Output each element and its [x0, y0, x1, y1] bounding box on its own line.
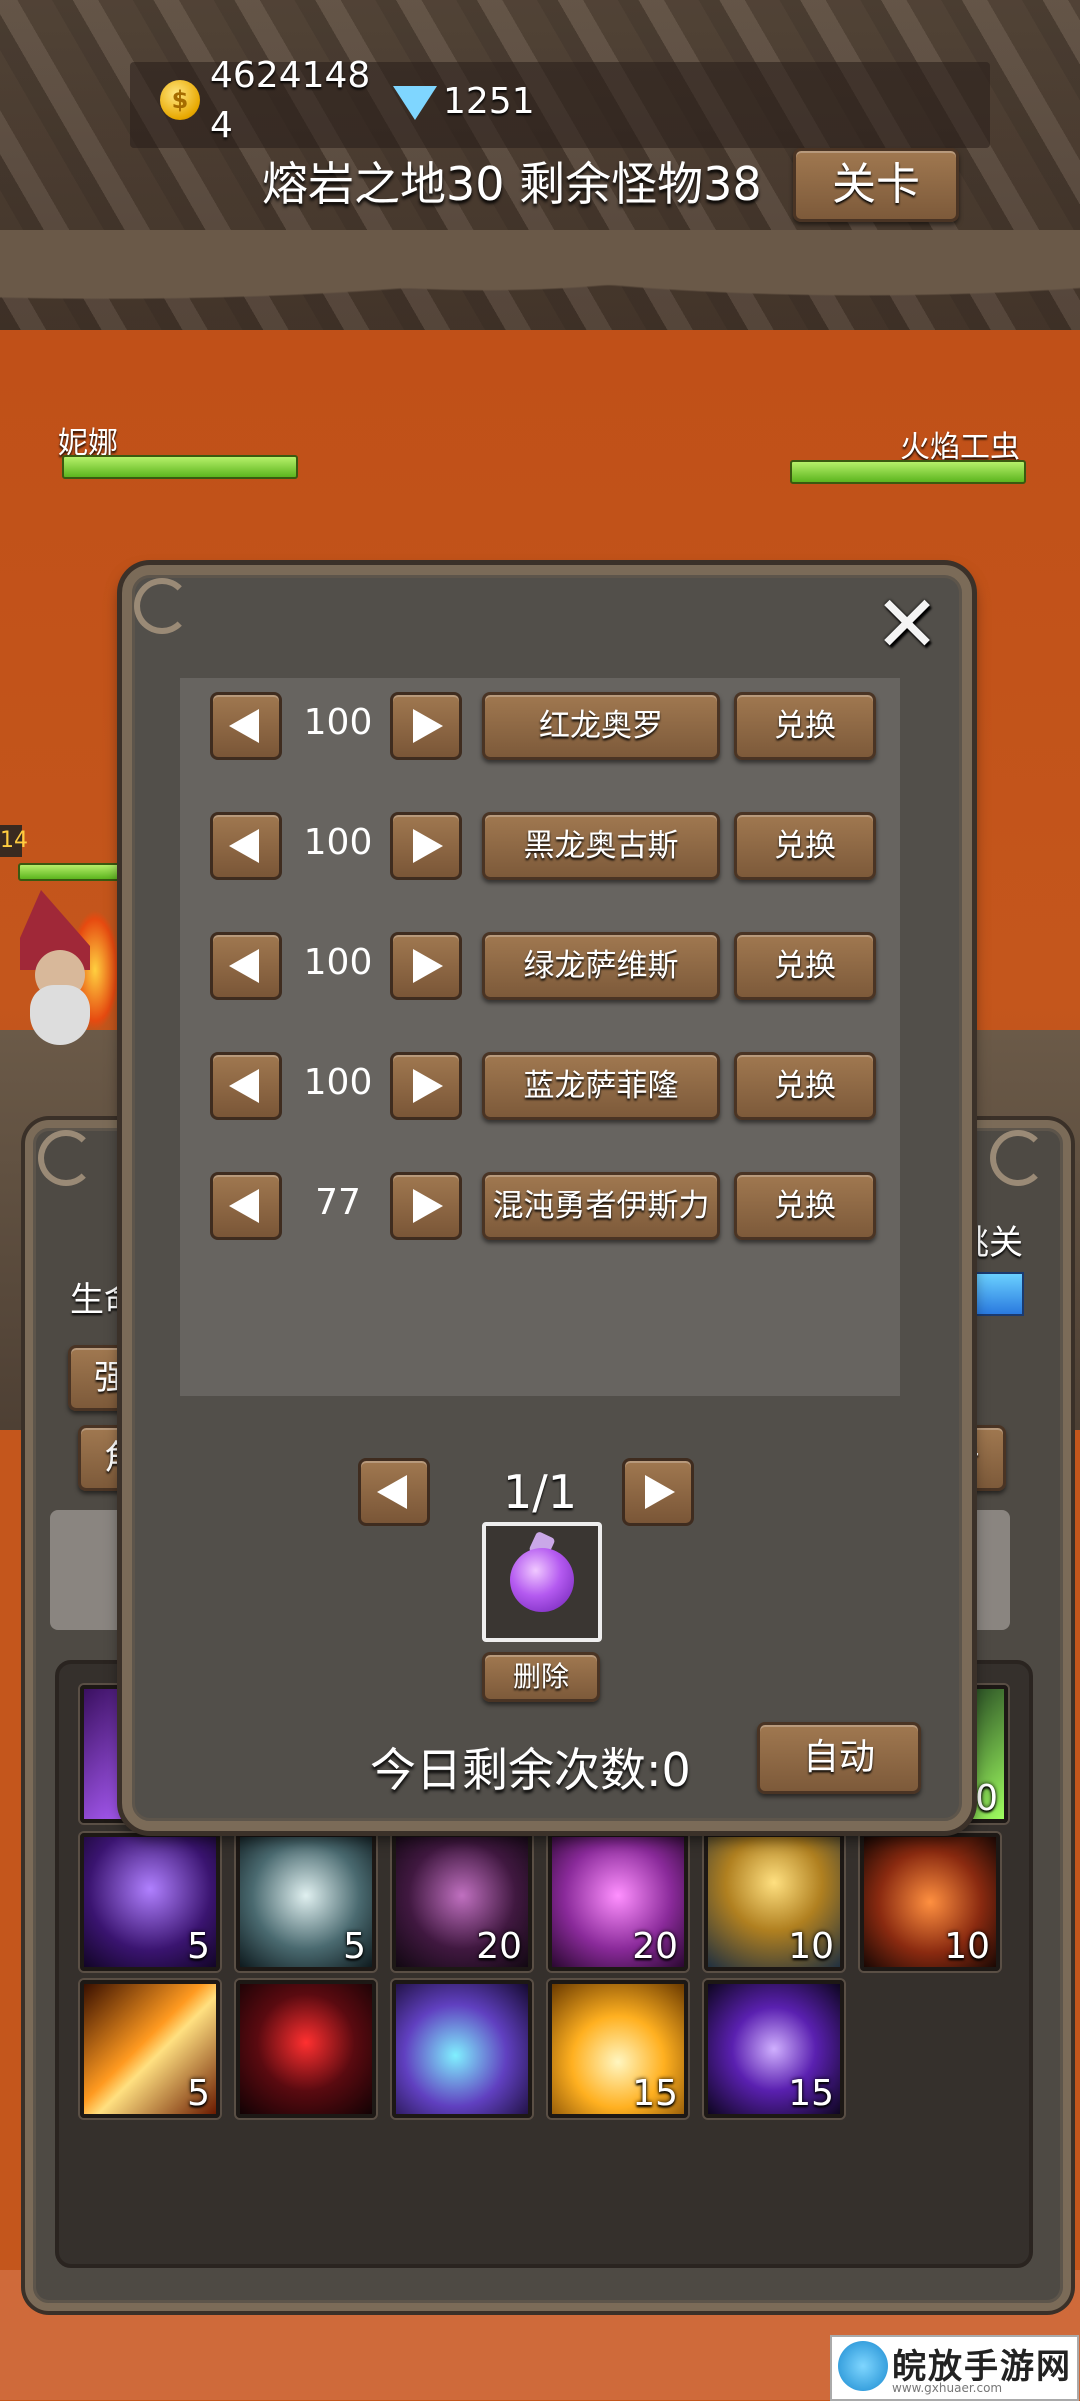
- arrow-left-icon: [229, 1069, 259, 1103]
- increase-quantity-button[interactable]: [390, 932, 462, 1000]
- exchange-item-name[interactable]: 混沌勇者伊斯力: [482, 1172, 720, 1240]
- decrease-quantity-button[interactable]: [210, 1172, 282, 1240]
- remaining-attempts: 今日剩余次数:0: [370, 1743, 691, 1797]
- rock-ceiling-edge: [0, 230, 1080, 350]
- gold-amount-line1: 4624148: [210, 55, 371, 96]
- arrow-right-icon: [413, 1189, 443, 1223]
- dark-dragon-skill-icon[interactable]: 20: [392, 1833, 532, 1971]
- level-select-button[interactable]: 关卡: [793, 148, 959, 222]
- close-icon[interactable]: ✕: [872, 586, 942, 664]
- exchange-button[interactable]: 兑换: [734, 1172, 876, 1240]
- exchange-button[interactable]: 兑换: [734, 1052, 876, 1120]
- purple-dragon-skill-icon[interactable]: 20: [548, 1833, 688, 1971]
- holy-wings-skill-icon[interactable]: 15: [548, 1980, 688, 2118]
- hero-level-badge: 14: [0, 825, 28, 857]
- enemy-hp-bar: [790, 460, 1026, 484]
- arrow-left-icon: [377, 1475, 407, 1509]
- watermark-logo-icon: [838, 2341, 888, 2391]
- flame-sword-skill-icon[interactable]: 5: [80, 1980, 220, 2118]
- arrow-left-icon: [229, 949, 259, 983]
- decrease-quantity-button[interactable]: [210, 932, 282, 1000]
- watermark-url: www.gxhuaer.com: [892, 2381, 1003, 2395]
- purple-potion-icon: [510, 1548, 574, 1612]
- decrease-quantity-button[interactable]: [210, 1052, 282, 1120]
- stage-title: 熔岩之地30 剩余怪物38: [262, 157, 762, 211]
- dialog-corner-ornament: [134, 578, 190, 634]
- exchange-item-name[interactable]: 蓝龙萨菲隆: [482, 1052, 720, 1120]
- arrow-right-icon: [413, 949, 443, 983]
- panel-corner-ornament: [38, 1130, 94, 1186]
- panel-corner-ornament: [990, 1130, 1046, 1186]
- arrow-right-icon: [413, 709, 443, 743]
- auto-button[interactable]: 自动: [757, 1722, 921, 1794]
- hero-hp-bar: [18, 863, 127, 881]
- increase-quantity-button[interactable]: [390, 1052, 462, 1120]
- exchange-button[interactable]: 兑换: [734, 692, 876, 760]
- increase-quantity-button[interactable]: [390, 812, 462, 880]
- exchange-button[interactable]: 兑换: [734, 812, 876, 880]
- player-hp-bar: [62, 455, 298, 479]
- arrow-left-icon: [229, 1189, 259, 1223]
- arrow-left-icon: [229, 829, 259, 863]
- ice-claw-skill-icon[interactable]: [392, 1980, 532, 2118]
- shadow-skill-icon[interactable]: 5: [80, 1833, 220, 1971]
- page-indicator: 1/1: [502, 1465, 578, 1519]
- coin-icon: $: [160, 80, 200, 120]
- exchange-list: [180, 678, 900, 1396]
- arrow-right-icon: [645, 1475, 675, 1509]
- exchange-item-name[interactable]: 绿龙萨维斯: [482, 932, 720, 1000]
- decrease-quantity-button[interactable]: [210, 692, 282, 760]
- previous-page-button[interactable]: [358, 1458, 430, 1526]
- exchange-quantity: 100: [303, 822, 373, 863]
- increase-quantity-button[interactable]: [390, 692, 462, 760]
- diamond-amount: 1251: [443, 81, 535, 122]
- next-page-button[interactable]: [622, 1458, 694, 1526]
- watermark: 皖放手游网 www.gxhuaer.com: [830, 2335, 1079, 2401]
- gold-amount-line2: 4: [210, 105, 233, 146]
- bone-dragon-skill-icon[interactable]: 5: [236, 1833, 376, 1971]
- delete-button[interactable]: 删除: [482, 1652, 600, 1702]
- diamond-icon: [393, 86, 437, 120]
- arrow-right-icon: [413, 1069, 443, 1103]
- rage-mask-skill-icon[interactable]: 10: [860, 1833, 1000, 1971]
- decrease-quantity-button[interactable]: [210, 812, 282, 880]
- exchange-quantity: 100: [303, 942, 373, 983]
- exchange-quantity: 100: [303, 702, 373, 743]
- exchange-item-name[interactable]: 黑龙奥古斯: [482, 812, 720, 880]
- exchange-quantity: 77: [315, 1182, 361, 1223]
- arrow-left-icon: [229, 709, 259, 743]
- void-spirit-skill-icon[interactable]: 15: [704, 1980, 844, 2118]
- golden-helm-skill-icon[interactable]: 10: [704, 1833, 844, 1971]
- exchange-button[interactable]: 兑换: [734, 932, 876, 1000]
- selected-item-slot[interactable]: [482, 1522, 602, 1642]
- exchange-quantity: 100: [303, 1062, 373, 1103]
- exchange-item-name[interactable]: 红龙奥罗: [482, 692, 720, 760]
- wizard-hero-sprite: [10, 890, 120, 1070]
- arrow-right-icon: [413, 829, 443, 863]
- increase-quantity-button[interactable]: [390, 1172, 462, 1240]
- blood-demon-skill-icon[interactable]: [236, 1980, 376, 2118]
